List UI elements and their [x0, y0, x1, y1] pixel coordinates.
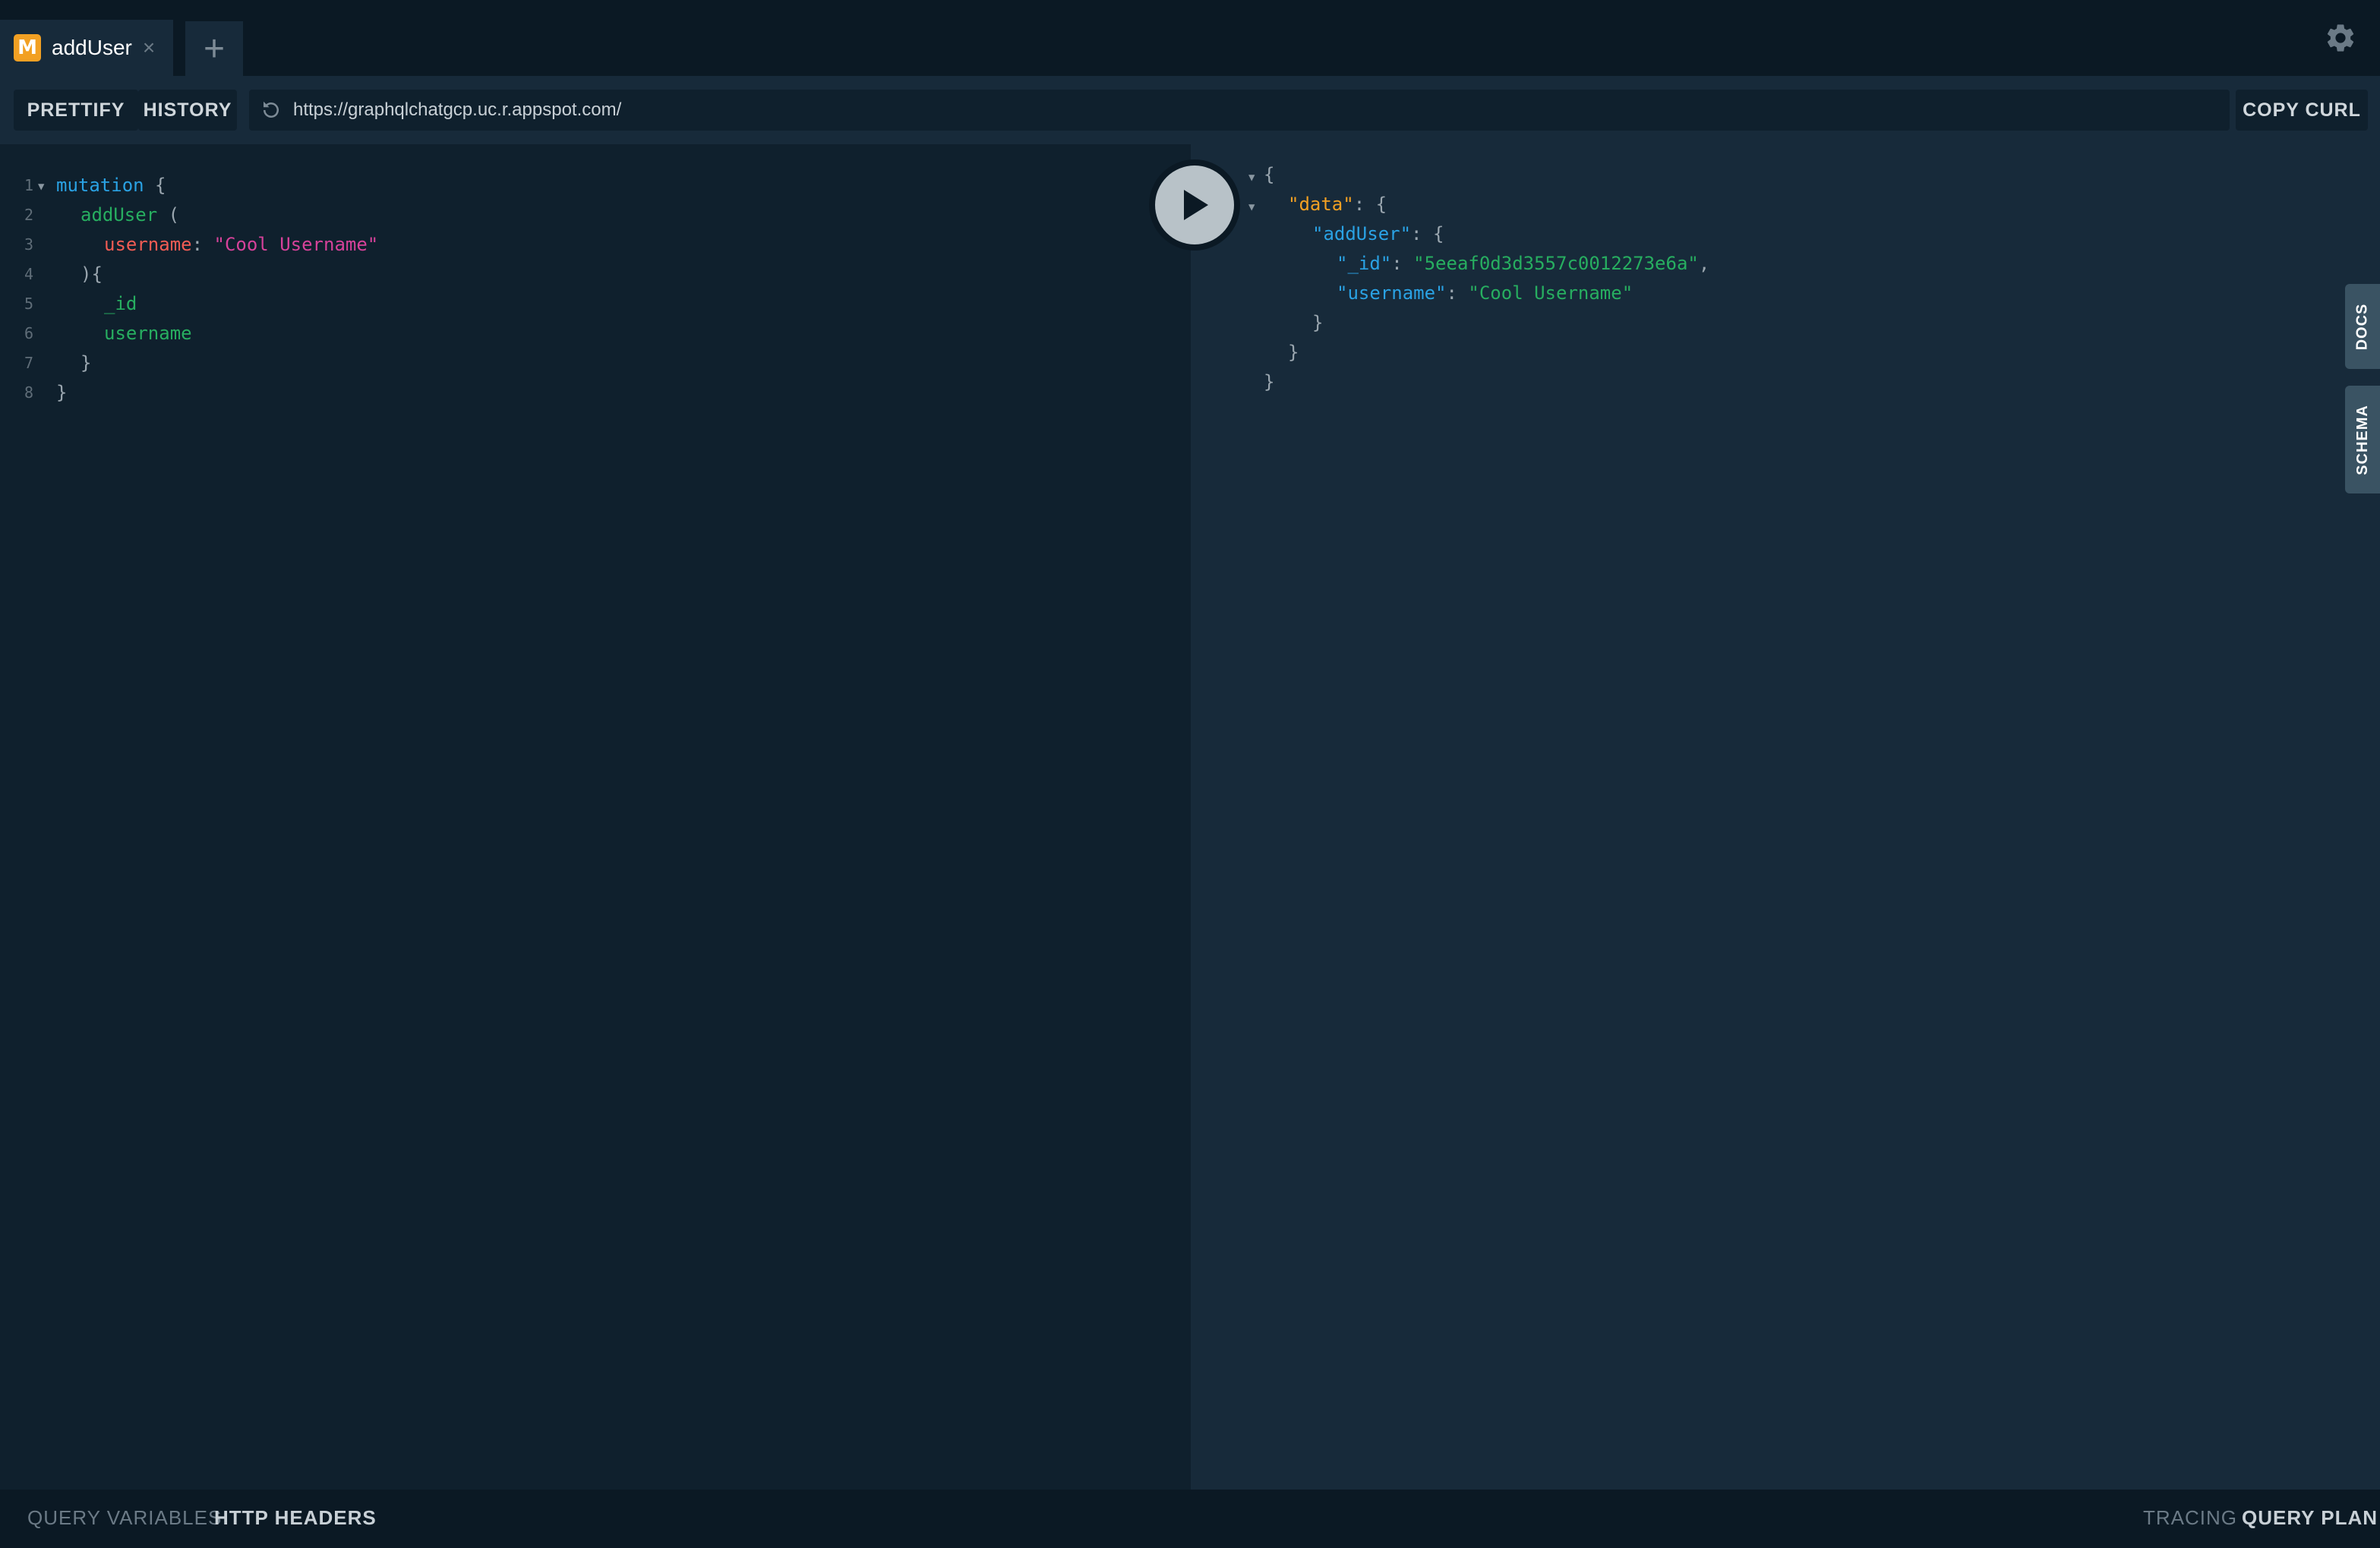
prettify-button[interactable]: PRETTIFY [14, 90, 138, 131]
result-viewer: ▼ ▼ { "data": { "addUser": { "_id": "5ee… [1191, 144, 2380, 1490]
history-button[interactable]: HISTORY [138, 90, 237, 131]
code-line: } [80, 352, 92, 374]
copy-curl-button[interactable]: COPY CURL [2236, 90, 2368, 131]
fold-arrow-icon[interactable]: ▼ [1248, 172, 1255, 184]
json-line: "_id": "5eeaf0d3d3557c0012273e6a", [1337, 253, 1710, 274]
json-line: { [1264, 164, 1275, 185]
play-icon [1155, 166, 1234, 244]
fold-arrow-icon[interactable]: ▼ [38, 181, 44, 193]
json-line: } [1312, 312, 1324, 333]
execute-query-button[interactable] [1149, 159, 1240, 251]
schema-tab[interactable]: SCHEMA [2345, 386, 2380, 493]
endpoint-url-input[interactable]: https://graphqlchatgcp.uc.r.appspot.com/ [249, 90, 2230, 131]
line-number: 7 [24, 354, 33, 372]
code-line: username: "Cool Username" [104, 234, 379, 255]
line-number: 1 [24, 176, 33, 194]
query-plan-tab[interactable]: QUERY PLAN [2242, 1506, 2378, 1530]
json-line: } [1288, 342, 1299, 363]
bottom-panel-bar: QUERY VARIABLES HTTP HEADERS TRACING QUE… [0, 1490, 2380, 1548]
json-line: "username": "Cool Username" [1337, 282, 1633, 304]
line-number: 5 [24, 295, 33, 313]
code-line: mutation { [56, 175, 166, 196]
line-number: 2 [24, 206, 33, 224]
mutation-badge: M [14, 34, 41, 61]
tracing-tab[interactable]: TRACING [2143, 1506, 2237, 1530]
json-line: } [1264, 371, 1275, 393]
tab-bar: M addUser × + [0, 0, 2380, 76]
endpoint-url: https://graphqlchatgcp.uc.r.appspot.com/ [293, 99, 622, 120]
code-line: addUser ( [80, 204, 180, 225]
fold-arrow-icon[interactable]: ▼ [1248, 201, 1255, 213]
line-number: 3 [24, 235, 33, 254]
refresh-icon[interactable] [260, 99, 283, 121]
close-icon[interactable]: × [143, 36, 155, 60]
new-tab-button[interactable]: + [185, 21, 243, 76]
line-number: 8 [24, 383, 33, 402]
gear-icon[interactable] [2324, 21, 2357, 55]
tab-adduser[interactable]: M addUser × [0, 20, 173, 76]
query-variables-tab[interactable]: QUERY VARIABLES [27, 1506, 222, 1530]
http-headers-tab[interactable]: HTTP HEADERS [214, 1506, 377, 1530]
query-editor[interactable]: 1 2 3 4 5 6 7 8 ▼ mutation { addUser ( u… [0, 144, 1191, 1490]
code-line: _id [104, 293, 137, 314]
code-line: } [56, 382, 68, 403]
tab-title: addUser [52, 36, 132, 59]
code-line: username [104, 323, 192, 344]
json-line: "addUser": { [1312, 223, 1444, 244]
docs-tab[interactable]: DOCS [2345, 284, 2380, 369]
json-line: "data": { [1288, 194, 1387, 215]
line-number: 4 [24, 265, 33, 283]
code-line: ){ [80, 263, 103, 285]
line-number: 6 [24, 324, 33, 342]
toolbar: PRETTIFY HISTORY https://graphqlchatgcp.… [0, 76, 2380, 144]
